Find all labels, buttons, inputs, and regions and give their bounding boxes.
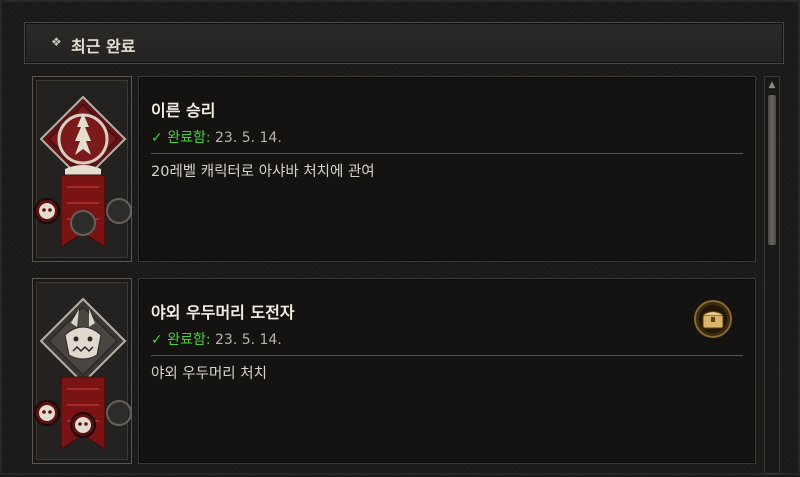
dragon-head-emblem-icon [34,297,132,450]
divider [151,355,743,356]
panel-title: 최근 완료 [71,37,136,56]
check-icon: ✓ [151,332,163,348]
panel-header: ❖ 최근 완료 [24,22,784,64]
achievement-title: 야외 우두머리 도전자 [151,303,295,322]
scroll-up-icon[interactable]: ▲ [765,77,779,93]
completed-label: 완료함: [167,332,211,348]
achievement-title: 이른 승리 [151,101,216,120]
completion-date: 23. 5. 14. [215,332,282,348]
achievement-emblem [32,278,132,464]
scroll-thumb[interactable] [768,95,776,245]
achievements-panel: ❖ 최근 완료 이른 승리 ✓ 완료함: 23. 5. 14. 20레벨 캐릭터… [0,0,800,475]
treasure-chest-icon[interactable] [693,299,733,339]
completion-date: 23. 5. 14. [215,130,282,146]
check-icon: ✓ [151,130,163,146]
divider [151,153,743,154]
achievement-list[interactable]: 이른 승리 ✓ 완료함: 23. 5. 14. 20레벨 캐릭터로 아샤바 처치… [30,72,760,477]
achievement-card[interactable]: 야외 우두머리 도전자 ✓ 완료함: 23. 5. 14. 야외 우두머리 처치 [30,274,760,464]
achievement-description: 야외 우두머리 처치 [151,366,267,382]
achievement-info: 야외 우두머리 도전자 ✓ 완료함: 23. 5. 14. 야외 우두머리 처치 [138,278,756,464]
scrollbar[interactable]: ▲ [764,76,780,474]
achievement-info: 이른 승리 ✓ 완료함: 23. 5. 14. 20레벨 캐릭터로 아샤바 처치… [138,76,756,262]
achievement-emblem [32,76,132,262]
dragon-sun-emblem-icon [34,95,132,248]
diamond-cluster-icon: ❖ [51,35,62,49]
completion-status: ✓ 완료함: 23. 5. 14. [151,127,282,147]
completed-label: 완료함: [167,130,211,146]
achievement-card[interactable]: 이른 승리 ✓ 완료함: 23. 5. 14. 20레벨 캐릭터로 아샤바 처치… [30,72,760,262]
achievement-description: 20레벨 캐릭터로 아샤바 처치에 관여 [151,164,375,180]
completion-status: ✓ 완료함: 23. 5. 14. [151,329,282,349]
